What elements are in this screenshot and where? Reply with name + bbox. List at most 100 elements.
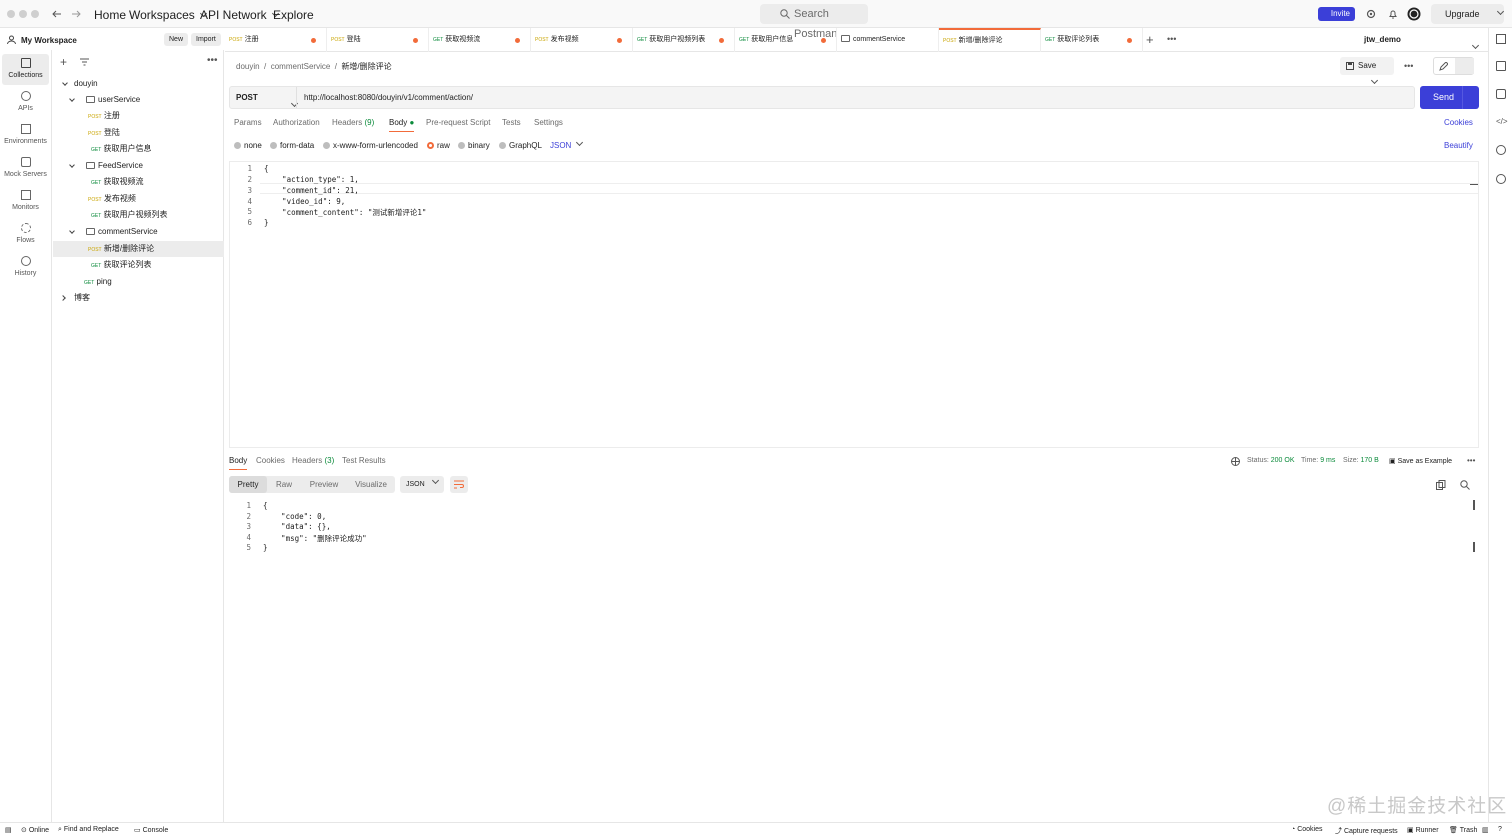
- resp-tab-headers[interactable]: Headers (3): [292, 456, 334, 465]
- comments-icon[interactable]: [1496, 89, 1506, 99]
- tree-folder-feedservice[interactable]: FeedService: [53, 158, 224, 174]
- online-status[interactable]: ⊙ Online: [21, 826, 49, 834]
- tab-tests[interactable]: Tests: [502, 118, 521, 127]
- tree-request-publish-video[interactable]: POST 发布视频: [53, 191, 224, 207]
- resp-tab-test-results[interactable]: Test Results: [342, 456, 386, 465]
- documentation-icon[interactable]: [1496, 34, 1506, 44]
- notification-bell-icon[interactable]: [1388, 9, 1398, 19]
- tree-request-user-video-list[interactable]: GET 获取用户视频列表: [53, 207, 224, 223]
- copy-icon[interactable]: [1436, 480, 1446, 490]
- related-icon[interactable]: [1496, 145, 1506, 155]
- rail-flows[interactable]: Flows: [2, 219, 49, 250]
- search-input[interactable]: Search Postman: [760, 4, 868, 40]
- tree-request-feed[interactable]: GET 获取视频流: [53, 174, 224, 190]
- more-options-icon[interactable]: •••: [1404, 61, 1413, 71]
- help-icon[interactable]: ?: [1498, 826, 1502, 833]
- capture-requests-button[interactable]: ⤴ Capture requests: [1335, 826, 1398, 836]
- rail-environments[interactable]: Environments: [2, 120, 49, 151]
- response-status[interactable]: Status: 200 OK: [1247, 457, 1295, 464]
- rail-monitors[interactable]: Monitors: [2, 186, 49, 217]
- save-button[interactable]: Save: [1340, 57, 1394, 85]
- tab-authorization[interactable]: Authorization: [273, 118, 320, 127]
- window-minimize-button[interactable]: [19, 10, 27, 18]
- filter-icon[interactable]: [80, 58, 89, 66]
- info-icon[interactable]: [1496, 174, 1506, 184]
- tab-body[interactable]: Body ●: [389, 118, 415, 132]
- code-icon[interactable]: </>: [1496, 117, 1508, 127]
- globe-icon[interactable]: [1231, 457, 1240, 466]
- body-language-select[interactable]: JSON: [550, 138, 584, 150]
- rail-apis[interactable]: APIs: [2, 87, 49, 118]
- import-button[interactable]: Import: [191, 33, 221, 46]
- sidebar-toggle-icon[interactable]: ▤: [5, 826, 12, 834]
- resp-tab-body[interactable]: Body: [229, 456, 248, 470]
- view-raw[interactable]: Raw: [267, 476, 301, 493]
- window-zoom-button[interactable]: [31, 10, 39, 18]
- cookies-button[interactable]: ◔ Cookies: [1291, 826, 1322, 833]
- more-options-icon[interactable]: •••: [1467, 456, 1475, 465]
- view-preview[interactable]: Preview: [301, 476, 347, 493]
- radio-form-data[interactable]: form-data: [270, 141, 314, 150]
- save-as-example-button[interactable]: ▣ Save as Example: [1389, 457, 1452, 465]
- tree-request-login[interactable]: POST 登陆: [53, 125, 224, 141]
- console-button[interactable]: ▭ Console: [134, 826, 168, 834]
- add-tab-icon[interactable]: +: [1146, 32, 1154, 47]
- tab-user-video-list[interactable]: GET 获取用户视频列表: [633, 28, 735, 52]
- window-close-button[interactable]: [7, 10, 15, 18]
- beautify-link[interactable]: Beautify: [1444, 141, 1473, 150]
- tab-pre-request-script[interactable]: Pre-request Script: [426, 118, 490, 127]
- tab-settings[interactable]: Settings: [534, 118, 563, 127]
- radio-raw[interactable]: raw: [427, 141, 450, 150]
- workspace-name[interactable]: My Workspace: [21, 36, 77, 45]
- method-select[interactable]: POST: [236, 93, 258, 102]
- tree-request-comment-action[interactable]: POST 新增/删除评论: [53, 241, 224, 257]
- url-input[interactable]: http://localhost:8080/douyin/v1/comment/…: [304, 93, 473, 102]
- environment-selector[interactable]: jtw_demo: [1364, 35, 1401, 44]
- tab-comment-list[interactable]: GET 获取评论列表: [1041, 28, 1143, 52]
- nav-home[interactable]: Home: [94, 8, 126, 22]
- find-and-replace[interactable]: ⌕ Find and Replace: [58, 826, 119, 834]
- rail-history[interactable]: History: [2, 252, 49, 283]
- nav-explore[interactable]: Explore: [273, 8, 314, 22]
- new-button[interactable]: New: [164, 33, 189, 46]
- tree-folder-commentservice[interactable]: commentService: [53, 224, 224, 240]
- back-arrow-icon[interactable]: [52, 9, 62, 19]
- request-body-editor[interactable]: 1 2 3 4 5 6 { "action_type": 1, "comment…: [229, 161, 1479, 448]
- trash-button[interactable]: 🗑 Trash: [1449, 826, 1477, 834]
- file-icon[interactable]: [1496, 61, 1506, 71]
- tree-request-comment-list[interactable]: GET 获取评论列表: [53, 257, 224, 273]
- search-icon[interactable]: [1460, 480, 1470, 490]
- tree-request-ping[interactable]: GET ping: [53, 274, 224, 290]
- invite-button[interactable]: Invite: [1318, 7, 1355, 21]
- tab-headers[interactable]: Headers (9): [332, 118, 374, 127]
- response-time[interactable]: Time: 9 ms: [1301, 457, 1335, 464]
- rail-collections[interactable]: Collections: [2, 54, 49, 85]
- tab-user-info[interactable]: GET 获取用户信息: [735, 28, 837, 52]
- view-pretty[interactable]: Pretty: [229, 476, 267, 493]
- upgrade-button[interactable]: Upgrade: [1431, 4, 1504, 24]
- forward-arrow-icon[interactable]: [71, 9, 81, 19]
- settings-gear-icon[interactable]: [1366, 9, 1376, 19]
- response-body-viewer[interactable]: 1 2 3 4 5 { "code": 0, "data": {}, "msg"…: [229, 498, 1479, 818]
- radio-graphql[interactable]: GraphQL: [499, 141, 542, 150]
- tab-params[interactable]: Params: [234, 118, 262, 127]
- rail-mock-servers[interactable]: Mock Servers: [2, 153, 49, 184]
- tree-collection-douyin[interactable]: douyin: [53, 76, 224, 92]
- edit-pencil-icon[interactable]: [1439, 62, 1448, 71]
- resp-tab-cookies[interactable]: Cookies: [256, 456, 285, 465]
- comments-view-icon[interactable]: [1455, 58, 1474, 74]
- radio-urlencoded[interactable]: x-www-form-urlencoded: [323, 141, 418, 150]
- tab-login[interactable]: POST 登陆: [327, 28, 429, 52]
- response-size[interactable]: Size: 170 B: [1343, 457, 1379, 464]
- add-collection-icon[interactable]: +: [60, 55, 67, 69]
- tree-request-user-info[interactable]: GET 获取用户信息: [53, 141, 224, 157]
- view-visualize[interactable]: Visualize: [347, 476, 395, 493]
- response-format-select[interactable]: JSON: [400, 476, 444, 493]
- tab-publish-video[interactable]: POST 发布视频: [531, 28, 633, 52]
- tab-register[interactable]: POST 注册: [225, 28, 327, 52]
- wrap-lines-button[interactable]: [450, 476, 468, 493]
- breadcrumb-collection[interactable]: douyin: [236, 62, 260, 71]
- nav-workspaces[interactable]: Workspaces: [129, 8, 207, 22]
- more-tabs-icon[interactable]: •••: [1167, 34, 1176, 44]
- radio-none[interactable]: none: [234, 141, 262, 150]
